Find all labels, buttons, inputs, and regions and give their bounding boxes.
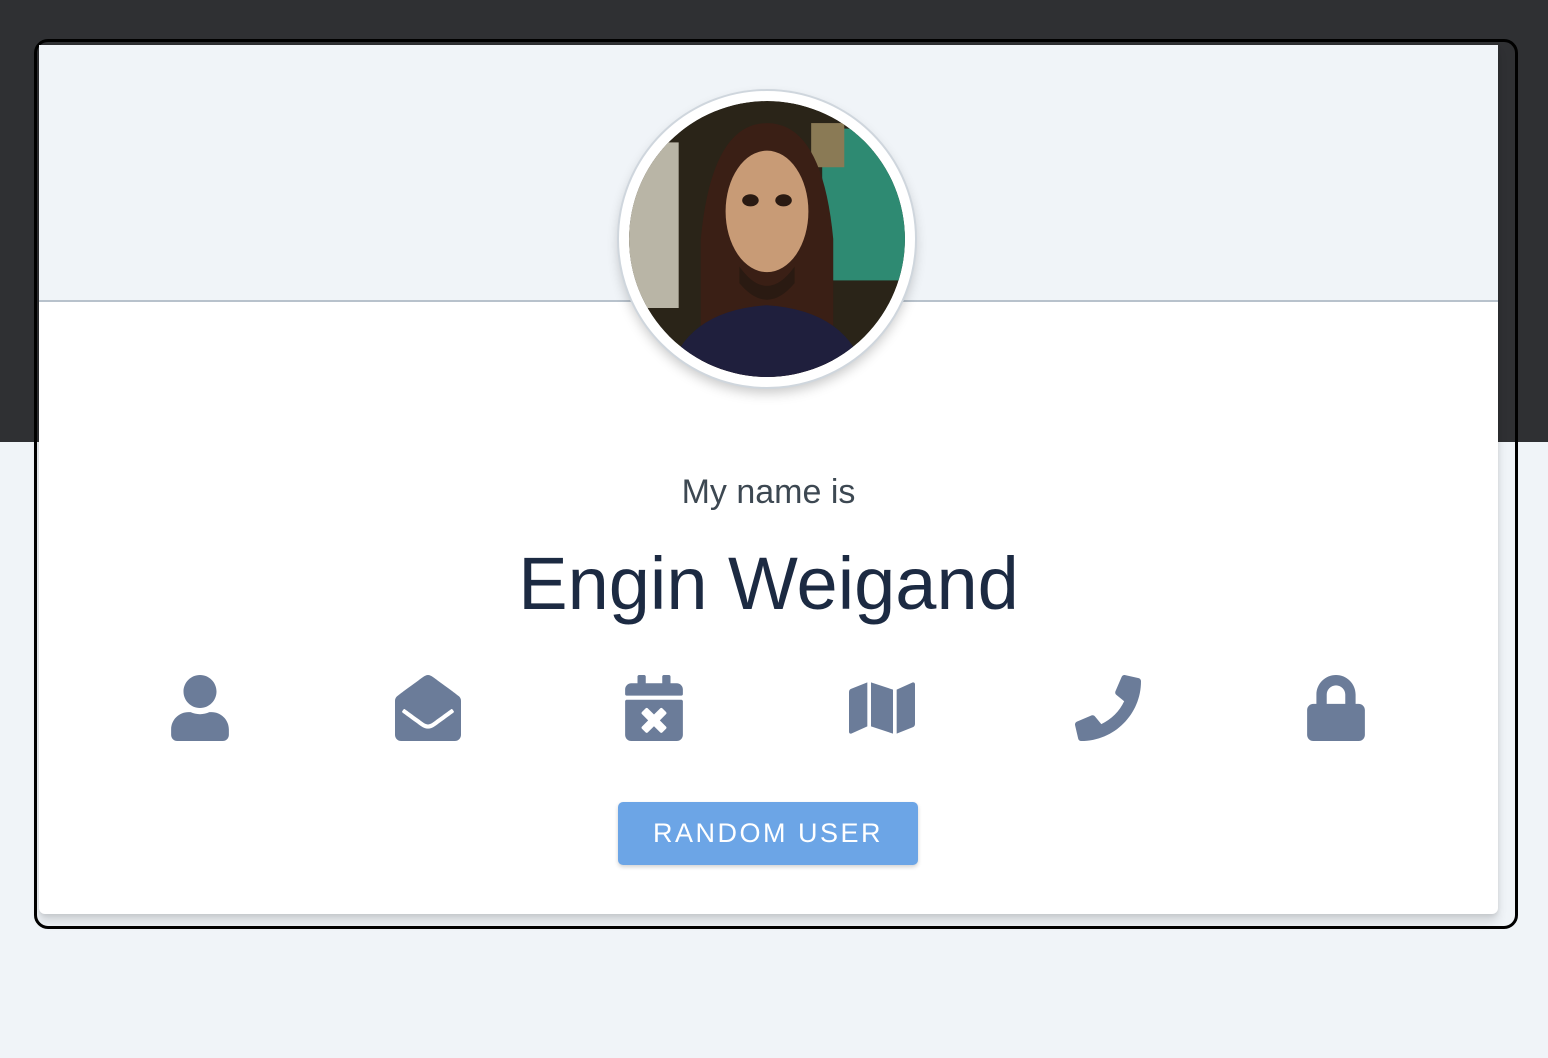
envelope-open-icon[interactable] bbox=[393, 673, 463, 743]
user-icon[interactable] bbox=[165, 673, 235, 743]
phone-icon[interactable] bbox=[1073, 673, 1143, 743]
user-card: My name is Engin Weigand RANDOM USER bbox=[39, 45, 1498, 914]
avatar-photo bbox=[629, 101, 905, 377]
name-intro-label: My name is bbox=[681, 473, 856, 511]
random-user-button[interactable]: RANDOM USER bbox=[618, 802, 918, 865]
info-icon-row bbox=[39, 673, 1498, 743]
user-full-name: Engin Weigand bbox=[518, 542, 1019, 625]
calendar-times-icon[interactable] bbox=[619, 673, 689, 743]
map-icon[interactable] bbox=[847, 673, 917, 743]
lock-icon[interactable] bbox=[1301, 673, 1371, 743]
avatar bbox=[619, 91, 915, 387]
